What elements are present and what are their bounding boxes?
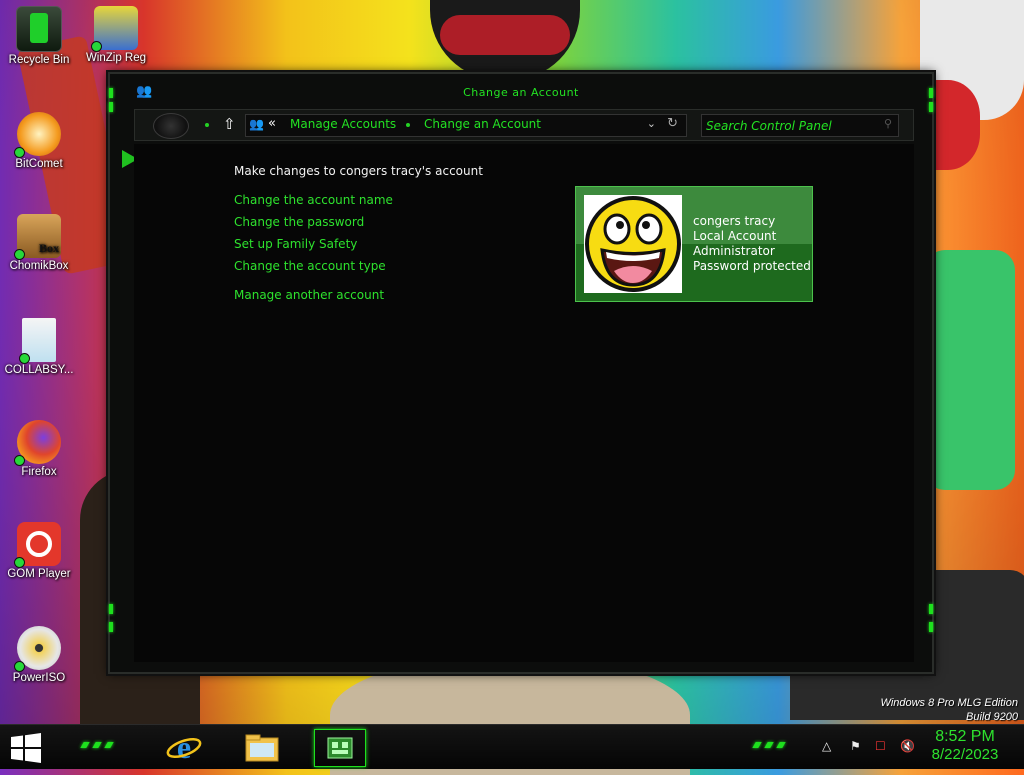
breadcrumb-change-account[interactable]: Change an Account — [424, 117, 541, 131]
desktop-icon-label: COLLABSY... — [4, 364, 74, 376]
content-area: Make changes to congers tracy's account … — [134, 144, 914, 662]
task-change-account-type[interactable]: Change the account type — [234, 259, 386, 273]
svg-text:e: e — [177, 729, 191, 765]
taskbar-internet-explorer[interactable]: e — [164, 729, 204, 765]
desktop-icon-label: Recycle Bin — [8, 54, 70, 66]
clock-time: 8:52 PM — [935, 728, 995, 745]
desktop-icon-collabsy[interactable]: COLLABSY... — [3, 318, 75, 376]
account-role: Administrator — [693, 244, 775, 258]
taskbar-led — [764, 742, 774, 748]
smiley-face-icon — [585, 196, 681, 292]
control-panel-window: 👥 Change an Account ⇧ 👥 « Manage Account… — [108, 72, 934, 674]
desktop-icon-label: BitComet — [15, 158, 63, 170]
address-bar[interactable]: 👥 « Manage Accounts Change an Account ⌄ … — [245, 114, 687, 137]
breadcrumb-overflow[interactable]: « — [268, 116, 276, 131]
internet-explorer-icon: e — [166, 729, 202, 765]
navigation-bar: ⇧ 👥 « Manage Accounts Change an Account … — [134, 109, 914, 141]
desktop-icon-label: PowerISO — [12, 672, 66, 684]
taskbar-file-explorer[interactable] — [242, 729, 282, 765]
taskbar-led — [92, 742, 102, 748]
account-details: congers tracy Local Account Administrato… — [693, 214, 811, 274]
back-forward-orb[interactable] — [153, 113, 189, 139]
disc-icon — [14, 626, 61, 672]
desktop-icon-poweriso[interactable]: PowerISO — [3, 626, 75, 684]
desktop-icon-chomikbox[interactable]: Box ChomikBox — [3, 214, 75, 272]
refresh-icon[interactable]: ↻ — [667, 116, 678, 131]
desktop-icon-winzip[interactable]: WinZip Reg — [80, 6, 152, 64]
network-icon[interactable]: ☐ — [875, 739, 886, 753]
winzip-icon — [91, 6, 138, 52]
chevron-down-icon[interactable]: ⌄ — [647, 117, 656, 130]
search-icon[interactable]: ⚲ — [884, 117, 892, 130]
up-arrow-icon[interactable]: ⇧ — [223, 115, 236, 133]
account-card: congers tracy Local Account Administrato… — [575, 186, 813, 302]
taskbar-led — [776, 742, 786, 748]
account-avatar — [584, 195, 682, 293]
task-change-password[interactable]: Change the password — [234, 215, 364, 229]
clock-date: 8/22/2023 — [931, 746, 999, 763]
task-manage-another-account[interactable]: Manage another account — [234, 288, 384, 302]
edition-watermark: Windows 8 Pro MLG Edition Build 9200 — [820, 696, 1018, 724]
volume-muted-icon[interactable]: 🔇 — [900, 739, 915, 753]
account-name: congers tracy — [693, 214, 776, 228]
show-hidden-icons[interactable]: △ — [822, 739, 831, 753]
wallpaper-shoe — [925, 250, 1015, 490]
search-box[interactable]: ⚲ — [701, 114, 899, 137]
start-button[interactable] — [10, 733, 42, 763]
nav-led — [205, 123, 209, 127]
task-change-account-name[interactable]: Change the account name — [234, 193, 393, 207]
taskbar-control-panel[interactable] — [314, 729, 366, 767]
gom-player-icon — [14, 522, 61, 568]
taskbar: e △ ⚑ ☐ 🔇 8:52 PM 8/22/2023 — [0, 724, 1024, 769]
watermark-line-1: Windows 8 Pro MLG Edition — [880, 697, 1018, 709]
search-input[interactable] — [702, 116, 880, 136]
file-explorer-icon — [245, 734, 279, 762]
desktop-icon-label: Firefox — [21, 466, 57, 478]
breadcrumb-separator-icon — [406, 123, 410, 127]
firefox-icon — [14, 420, 61, 466]
control-panel-icon — [327, 737, 353, 759]
account-password-status: Password protected — [693, 259, 811, 273]
desktop-icon-bitcomet[interactable]: BitComet — [3, 112, 75, 170]
chomikbox-icon: Box — [14, 214, 61, 260]
taskbar-led — [104, 742, 114, 748]
system-clock[interactable]: 8:52 PM 8/22/2023 — [925, 728, 1005, 763]
bitcomet-icon — [14, 112, 61, 158]
users-icon: 👥 — [249, 117, 264, 131]
desktop-icon-label: ChomikBox — [9, 260, 69, 272]
account-type: Local Account — [693, 229, 777, 243]
desktop-icon-gom-player[interactable]: GOM Player — [3, 522, 75, 580]
watermark-line-2: Build 9200 — [966, 711, 1018, 723]
document-icon — [19, 318, 56, 364]
window-title: Change an Account — [463, 86, 579, 99]
desktop-icon-firefox[interactable]: Firefox — [3, 420, 75, 478]
breadcrumb-manage-accounts[interactable]: Manage Accounts — [290, 117, 396, 131]
taskbar-led — [752, 742, 762, 748]
taskbar-led — [80, 742, 90, 748]
task-family-safety[interactable]: Set up Family Safety — [234, 237, 357, 251]
action-center-flag-icon[interactable]: ⚑ — [850, 739, 861, 753]
desktop-icon-label: GOM Player — [7, 568, 71, 580]
windows-logo-icon — [11, 733, 41, 763]
desktop-icon-label: WinZip Reg — [85, 52, 147, 64]
page-heading: Make changes to congers tracy's account — [234, 164, 483, 178]
desktop-icon-recycle-bin[interactable]: Recycle Bin — [3, 6, 75, 66]
recycle-bin-icon — [16, 6, 62, 52]
